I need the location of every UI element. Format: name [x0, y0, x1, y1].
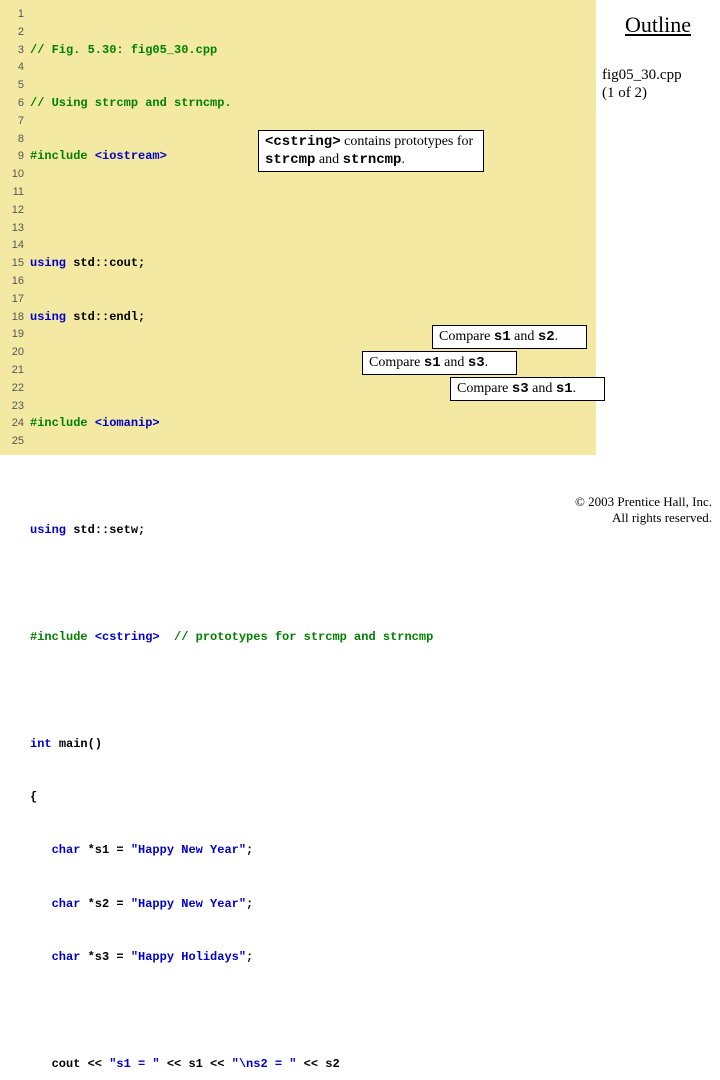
line-number: 8	[0, 131, 24, 149]
code-line: using std::cout;	[30, 255, 596, 273]
line-number: 11	[0, 184, 24, 202]
line-number: 9	[0, 148, 24, 166]
copyright-footer: © 2003 Prentice Hall, Inc. All rights re…	[575, 494, 712, 526]
code-line: // Using strcmp and strncmp.	[30, 95, 596, 113]
line-number: 4	[0, 59, 24, 77]
line-number: 13	[0, 220, 24, 238]
line-number: 16	[0, 273, 24, 291]
code-line	[30, 469, 596, 487]
outline-heading: Outline	[596, 12, 720, 38]
callout-compare-s1-s2: Compare s1 and s2.	[432, 325, 587, 349]
line-number: 17	[0, 291, 24, 309]
line-number: 5	[0, 77, 24, 95]
code-line: {	[30, 789, 596, 807]
line-number: 21	[0, 362, 24, 380]
callout-cstring: <cstring> contains prototypes for strcmp…	[258, 130, 484, 172]
code-line	[30, 682, 596, 700]
line-number: 6	[0, 95, 24, 113]
line-number: 1	[0, 6, 24, 24]
code-line: char *s2 = "Happy New Year";	[30, 896, 596, 914]
line-number-gutter: 1 2 3 4 5 6 7 8 9 10 11 12 13 14 15 16 1…	[0, 6, 30, 455]
code-line: int main()	[30, 736, 596, 754]
code-line	[30, 202, 596, 220]
line-number: 2	[0, 24, 24, 42]
callout-compare-s1-s3: Compare s1 and s3.	[362, 351, 517, 375]
line-number: 12	[0, 202, 24, 220]
line-number: 18	[0, 309, 24, 327]
line-number: 7	[0, 113, 24, 131]
code-line: char *s3 = "Happy Holidays";	[30, 949, 596, 967]
callout-compare-s3-s1: Compare s3 and s1.	[450, 377, 605, 401]
line-number: 20	[0, 344, 24, 362]
code-line	[30, 1003, 596, 1021]
line-number: 15	[0, 255, 24, 273]
line-number: 23	[0, 398, 24, 416]
right-panel: Outline fig05_30.cpp (1 of 2)	[596, 0, 720, 455]
line-number: 10	[0, 166, 24, 184]
line-number: 22	[0, 380, 24, 398]
code-line: #include <cstring> // prototypes for str…	[30, 629, 596, 647]
code-line: using std::setw;	[30, 522, 596, 540]
code-line: cout << "s1 = " << s1 << "\ns2 = " << s2	[30, 1056, 596, 1074]
code-line: char *s1 = "Happy New Year";	[30, 842, 596, 860]
line-number: 19	[0, 326, 24, 344]
code-line: #include <iomanip>	[30, 415, 596, 433]
line-number: 3	[0, 42, 24, 60]
line-number: 24	[0, 415, 24, 433]
code-line: // Fig. 5.30: fig05_30.cpp	[30, 42, 596, 60]
line-number: 25	[0, 433, 24, 451]
figure-label: fig05_30.cpp (1 of 2)	[596, 66, 720, 102]
code-line	[30, 576, 596, 594]
line-number: 14	[0, 237, 24, 255]
code-line: using std::endl;	[30, 309, 596, 327]
